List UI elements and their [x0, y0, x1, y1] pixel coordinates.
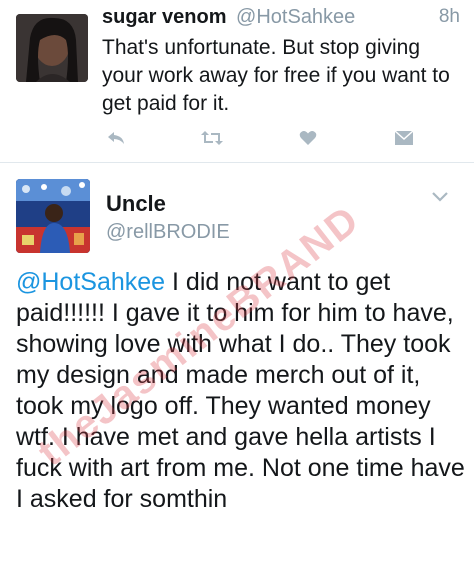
display-name[interactable]: sugar venom [102, 6, 226, 28]
display-name[interactable]: Uncle [106, 191, 166, 217]
timestamp[interactable]: 8h [439, 6, 460, 28]
chevron-down-icon[interactable] [430, 189, 450, 205]
reply-icon[interactable] [102, 124, 130, 152]
like-icon[interactable] [294, 124, 322, 152]
message-icon[interactable] [390, 124, 418, 152]
tweet-text: That's unfortunate. But stop giving your… [102, 36, 450, 115]
tweet-uncle[interactable]: Uncle @rellBRODIE @HotSahkee I did not w… [0, 163, 474, 588]
user-handle[interactable]: @HotSahkee [236, 6, 355, 28]
mention-link[interactable]: @HotSahkee [16, 268, 165, 296]
tweet-actions [102, 124, 422, 152]
avatar[interactable] [16, 179, 90, 253]
tweet-sugar-venom[interactable]: sugar venom @HotSahkee 8h That's unfortu… [0, 0, 474, 162]
user-handle[interactable]: @rellBRODIE [106, 221, 230, 244]
retweet-icon[interactable] [198, 124, 226, 152]
avatar[interactable] [16, 14, 88, 82]
